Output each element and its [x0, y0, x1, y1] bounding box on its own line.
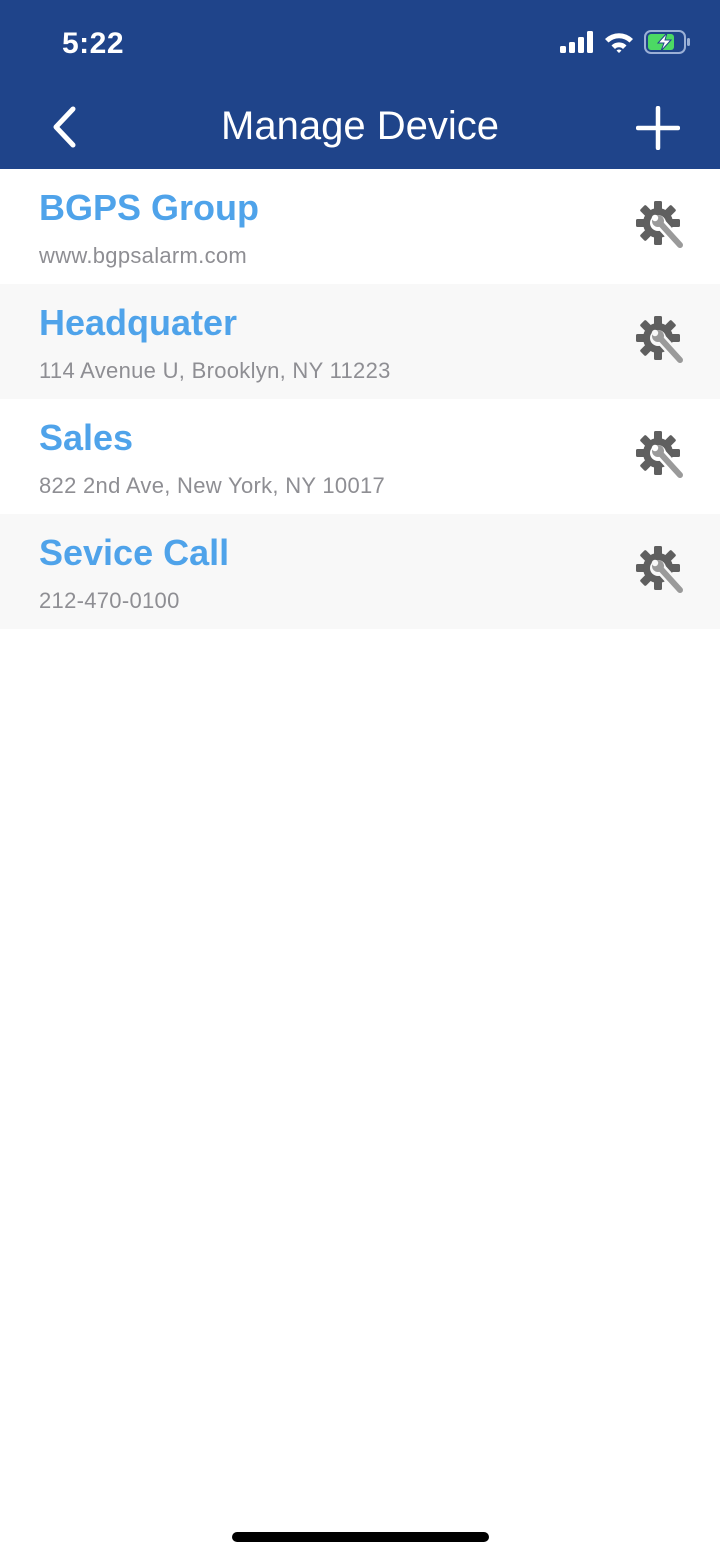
device-name: Headquater	[39, 302, 238, 343]
gear-wrench-icon	[636, 316, 686, 366]
battery-charging-icon	[644, 29, 692, 59]
cellular-signal-icon	[560, 30, 594, 58]
device-settings-button[interactable]	[636, 431, 686, 481]
app-header: 5:22 Manage Device	[0, 0, 720, 169]
status-icons	[560, 29, 692, 59]
gear-wrench-icon	[636, 546, 686, 596]
page-title: Manage Device	[221, 104, 499, 148]
gear-wrench-icon	[636, 201, 686, 251]
list-item[interactable]: Sevice Call 212-470-0100	[0, 514, 720, 629]
device-settings-button[interactable]	[636, 546, 686, 596]
list-item[interactable]: Headquater 114 Avenue U, Brooklyn, NY 11…	[0, 284, 720, 399]
device-name: BGPS Group	[39, 187, 260, 228]
device-name: Sales	[39, 417, 134, 458]
chevron-left-icon	[53, 106, 76, 148]
device-detail: 212-470-0100	[39, 588, 180, 613]
device-name: Sevice Call	[39, 532, 230, 573]
back-button[interactable]	[40, 100, 88, 154]
status-time: 5:22	[62, 27, 125, 60]
screen: 5:22 Manage Device BGPS Group www.bgpsal…	[0, 0, 720, 1558]
device-settings-button[interactable]	[636, 201, 686, 251]
plus-icon	[636, 106, 680, 150]
list-item[interactable]: BGPS Group www.bgpsalarm.com	[0, 169, 720, 284]
wifi-icon	[604, 31, 634, 58]
device-settings-button[interactable]	[636, 316, 686, 366]
gear-wrench-icon	[636, 431, 686, 481]
add-device-button[interactable]	[632, 102, 684, 154]
home-indicator[interactable]	[232, 1532, 489, 1542]
device-detail: 822 2nd Ave, New York, NY 10017	[39, 473, 386, 498]
device-detail: 114 Avenue U, Brooklyn, NY 11223	[39, 358, 391, 383]
device-detail: www.bgpsalarm.com	[39, 243, 248, 268]
list-item[interactable]: Sales 822 2nd Ave, New York, NY 10017	[0, 399, 720, 514]
device-list: BGPS Group www.bgpsalarm.com Headquater …	[0, 169, 720, 629]
